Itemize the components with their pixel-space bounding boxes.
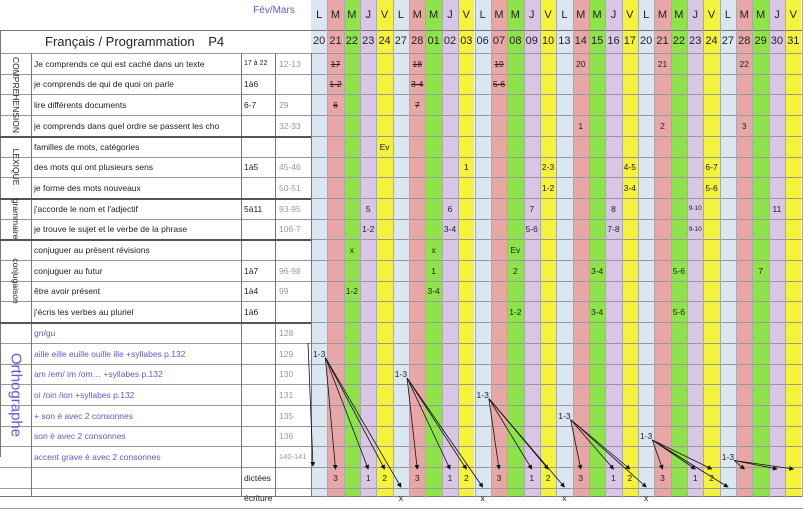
planning-mark: 3-4: [590, 265, 604, 276]
planning-mark: 3-4: [427, 286, 440, 296]
planning-mark: 1-3: [394, 369, 408, 379]
planning-mark: 4-5: [623, 162, 636, 172]
planning-mark: 3-4: [443, 224, 457, 234]
planning-mark: 1-2: [345, 286, 358, 296]
planning-mark: 5-6: [492, 79, 506, 89]
link-arrow: [570, 419, 614, 470]
planning-mark: 2: [463, 472, 469, 483]
title-text: Français / Programmation: [45, 34, 195, 49]
planning-mark: 18: [412, 58, 422, 69]
planning-mark: 2: [660, 120, 665, 131]
planning-mark: 3: [496, 472, 502, 483]
planning-mark: 3: [578, 472, 584, 483]
link-arrow: [488, 398, 533, 470]
planning-mark: 2: [512, 265, 518, 276]
planning-mark: x: [644, 493, 649, 503]
level-text: P4: [208, 34, 225, 49]
planning-mark: 17: [330, 58, 341, 69]
planning-mark: x: [431, 244, 436, 255]
planning-mark: 6-7: [705, 162, 718, 172]
link-arrow: [406, 377, 451, 470]
arrow-layer: [307, 342, 795, 488]
planning-mark: 19: [494, 58, 504, 69]
planning-mark: 1-2: [509, 306, 522, 317]
planning-mark: 9-10: [688, 205, 702, 212]
planning-mark: 7-8: [607, 224, 620, 234]
planning-mark: 3-4: [623, 182, 636, 193]
planning-mark: x: [398, 493, 404, 503]
planning-mark: 7: [758, 265, 763, 276]
planning-mark: 1: [578, 120, 584, 131]
planning-mark: 3: [741, 120, 747, 131]
planning-mark: 21: [657, 58, 668, 69]
planning-mark: 3-4: [411, 79, 424, 89]
planning-mark: 9-10: [688, 225, 702, 233]
planning-mark: 5: [365, 203, 371, 214]
planning-mark: 1-3: [721, 451, 735, 462]
planning-mark: 1: [431, 265, 436, 276]
planning-mark: 11: [772, 203, 782, 214]
planning-mark: 5-6: [672, 265, 685, 276]
period-label: Fév/Mars: [253, 4, 295, 16]
planning-mark: 1-2: [541, 182, 555, 193]
planning-mark: 2: [382, 472, 387, 483]
planning-mark: 1-3: [640, 431, 653, 441]
planning-mark: 5-6: [705, 182, 718, 193]
planning-mark: 7: [529, 203, 535, 214]
planning-mark: 3: [660, 472, 665, 483]
planning-mark: 8: [611, 203, 616, 214]
planning-mark: 3: [414, 472, 420, 483]
planning-mark: Ev: [510, 244, 521, 255]
planning-mark: 2-3: [541, 162, 555, 172]
link-arrow: [324, 357, 370, 470]
planning-mark: 5-6: [525, 224, 538, 234]
planning-mark: 7: [414, 99, 420, 110]
planning-mark: Ev: [379, 141, 390, 152]
planning-mark: x: [480, 493, 485, 503]
planning-mark: 1-2: [362, 224, 375, 234]
planning-mark: x: [349, 244, 354, 255]
planning-mark: 6: [333, 99, 338, 110]
planning-mark: 22: [739, 58, 749, 69]
planning-mark: 1: [463, 162, 469, 172]
planning-mark: 1-2: [329, 79, 342, 89]
page-title: Français / Programmation P4: [45, 34, 224, 49]
planning-mark: 2: [545, 472, 551, 483]
planning-mark: 1-3: [476, 389, 489, 400]
planning-mark: 2: [709, 472, 714, 483]
planning-mark: 3-4: [590, 306, 604, 317]
planning-mark: 2: [627, 472, 633, 483]
planning-mark: 3: [333, 472, 338, 483]
planning-mark: 5-6: [672, 306, 685, 317]
planning-mark: 20: [576, 58, 586, 69]
planning-mark: x: [562, 493, 567, 503]
planning-mark: 1-3: [558, 410, 571, 421]
planning-mark: 6: [447, 203, 453, 214]
planning-mark: 1-3: [313, 348, 326, 359]
